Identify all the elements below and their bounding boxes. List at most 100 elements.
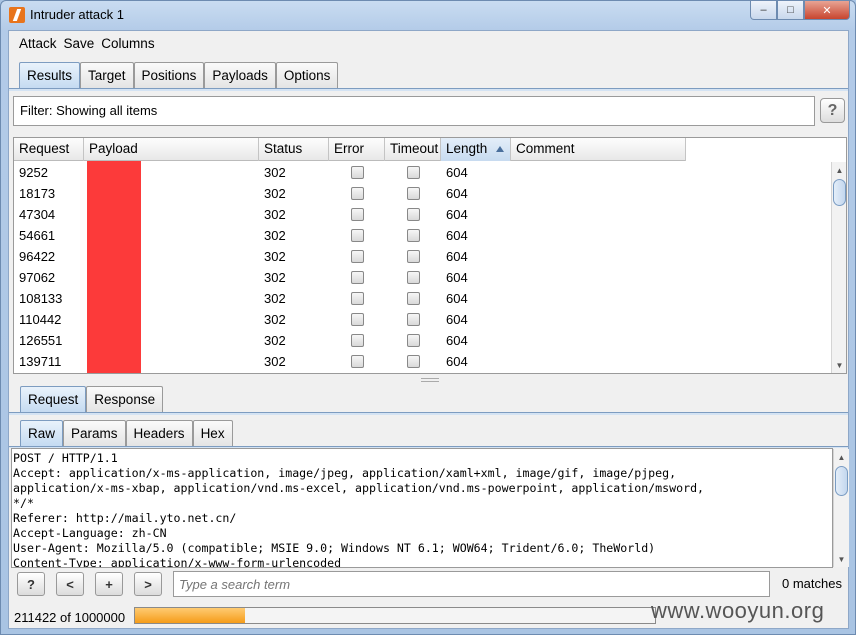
payload-redaction [87, 161, 141, 373]
cell-timeout [385, 183, 441, 204]
col-error[interactable]: Error [329, 138, 385, 161]
cell-comment [511, 225, 686, 246]
search-matches-count: 0 matches [782, 576, 842, 591]
cell-length: 604 [446, 207, 468, 222]
raw-scroll-up-icon[interactable]: ▲ [834, 449, 849, 465]
raw-request-text[interactable]: POST / HTTP/1.1 Accept: application/x-ms… [11, 448, 833, 568]
results-table: Request Payload Status Error Timeout Len… [13, 137, 847, 374]
search-add-button[interactable]: + [95, 572, 123, 596]
col-length-label: Length [446, 141, 488, 156]
tab-options[interactable]: Options [275, 62, 339, 88]
cell-request: 96422 [19, 249, 56, 264]
cell-request: 97062 [19, 270, 56, 285]
search-input[interactable] [173, 571, 770, 597]
cell-timeout [385, 162, 441, 183]
menu-save[interactable]: Save [64, 36, 95, 51]
cell-request: 47304 [19, 207, 56, 222]
checkbox-icon [350, 313, 364, 326]
cell-length: 604 [446, 165, 468, 180]
raw-scrollbar[interactable]: ▲ ▼ [833, 449, 849, 567]
table-header: Request Payload Status Error Timeout Len… [14, 138, 686, 161]
tab-results[interactable]: Results [19, 62, 81, 88]
filter-bar[interactable]: Filter: Showing all items [13, 96, 815, 126]
scroll-down-icon[interactable]: ▼ [832, 357, 846, 373]
split-pane-divider[interactable] [421, 378, 439, 382]
table-scrollbar[interactable]: ▲ ▼ [831, 162, 846, 373]
tab-request[interactable]: Request [20, 386, 87, 412]
checkbox-icon [350, 208, 364, 221]
search-prev-button[interactable]: < [56, 572, 84, 596]
cell-timeout [385, 204, 441, 225]
cell-request: 54661 [19, 228, 56, 243]
progress-fill [135, 608, 245, 623]
cell-timeout [385, 351, 441, 372]
cell-comment [511, 351, 686, 372]
table-scroll-thumb[interactable] [833, 179, 846, 206]
tab-target[interactable]: Target [80, 62, 134, 88]
main-tabs: Results Target Positions Payloads Option… [19, 62, 339, 88]
cell-length: 604 [446, 270, 468, 285]
cell-length: 604 [446, 312, 468, 327]
checkbox-icon [406, 271, 420, 284]
close-button[interactable]: ✕ [804, 1, 850, 20]
col-status[interactable]: Status [259, 138, 329, 161]
col-length[interactable]: Length [441, 138, 511, 161]
col-comment[interactable]: Comment [511, 138, 686, 161]
cell-comment [511, 183, 686, 204]
cell-comment [511, 330, 686, 351]
tab-response[interactable]: Response [86, 386, 164, 412]
sort-ascending-icon [496, 146, 504, 152]
col-request[interactable]: Request [14, 138, 84, 161]
cell-status: 302 [264, 333, 286, 348]
cell-request: 139711 [19, 354, 62, 369]
detail-tab-underline [9, 412, 848, 415]
minimize-button[interactable]: – [750, 1, 777, 20]
cell-length: 604 [446, 249, 468, 264]
tab-params[interactable]: Params [63, 420, 126, 446]
cell-status: 302 [264, 249, 286, 264]
tab-raw[interactable]: Raw [20, 420, 64, 446]
cell-status: 302 [264, 270, 286, 285]
cell-timeout [385, 246, 441, 267]
progress-bar [134, 607, 656, 624]
cell-error [329, 309, 385, 330]
cell-error [329, 351, 385, 372]
cell-status: 302 [264, 165, 286, 180]
raw-scroll-down-icon[interactable]: ▼ [834, 551, 849, 567]
cell-comment [511, 267, 686, 288]
checkbox-icon [350, 355, 364, 368]
cell-length: 604 [446, 291, 468, 306]
checkbox-icon [350, 166, 364, 179]
raw-scroll-thumb[interactable] [835, 466, 848, 496]
search-next-button[interactable]: > [134, 572, 162, 596]
cell-status: 302 [264, 207, 286, 222]
checkbox-icon [406, 166, 420, 179]
menu-attack[interactable]: Attack [19, 36, 57, 51]
col-payload[interactable]: Payload [84, 138, 259, 161]
filter-help-button[interactable]: ? [820, 98, 845, 123]
cell-status: 302 [264, 312, 286, 327]
cell-status: 302 [264, 186, 286, 201]
tab-positions[interactable]: Positions [133, 62, 205, 88]
scroll-up-icon[interactable]: ▲ [832, 162, 846, 178]
menu-columns[interactable]: Columns [101, 36, 154, 51]
tab-headers[interactable]: Headers [125, 420, 193, 446]
menu-bar: Attack Save Columns [9, 31, 848, 55]
maximize-button[interactable]: □ [777, 1, 804, 20]
checkbox-icon [350, 187, 364, 200]
burp-app-icon [9, 7, 25, 23]
search-help-button[interactable]: ? [17, 572, 45, 596]
cell-status: 302 [264, 291, 286, 306]
checkbox-icon [406, 208, 420, 221]
cell-status: 302 [264, 354, 286, 369]
checkbox-icon [406, 292, 420, 305]
main-content: Attack Save Columns Results Target Posit… [8, 30, 849, 629]
col-timeout[interactable]: Timeout [385, 138, 441, 161]
cell-comment [511, 309, 686, 330]
tab-hex[interactable]: Hex [192, 420, 233, 446]
watermark: www.wooyun.org [651, 598, 825, 623]
tab-payloads[interactable]: Payloads [204, 62, 276, 88]
window-title: Intruder attack 1 [30, 7, 124, 22]
cell-length: 604 [446, 186, 468, 201]
cell-length: 604 [446, 228, 468, 243]
